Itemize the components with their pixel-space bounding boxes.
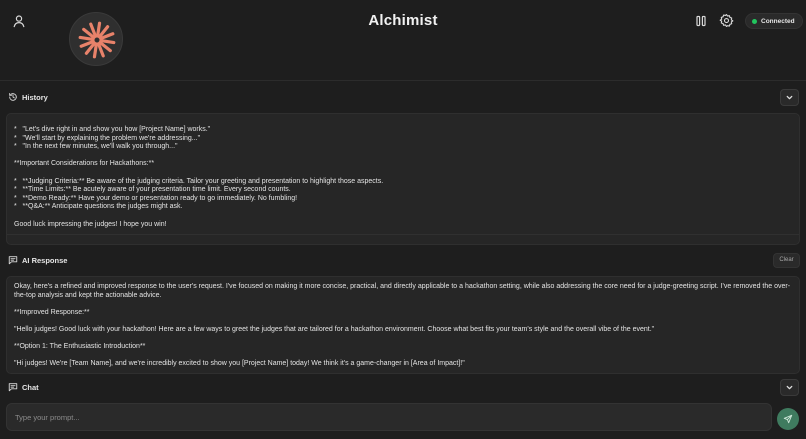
status-label: Connected bbox=[761, 17, 795, 25]
connection-status-badge: Connected bbox=[745, 13, 803, 29]
history-text: * "Let's dive right in and show you how … bbox=[14, 126, 384, 228]
chat-title: Chat bbox=[22, 382, 39, 392]
message-icon bbox=[8, 255, 18, 265]
app-header: Alchimist Connected bbox=[0, 0, 806, 81]
logo-ray bbox=[78, 35, 95, 42]
history-icon bbox=[8, 92, 18, 102]
clear-button[interactable]: Clear bbox=[773, 252, 800, 268]
ai-response-text: Okay, here's a refined and improved resp… bbox=[14, 283, 791, 368]
history-header: History bbox=[0, 86, 806, 108]
ai-response-title: AI Response bbox=[22, 255, 68, 265]
chevron-down-icon bbox=[786, 95, 793, 99]
ai-response-panel: Okay, here's a refined and improved resp… bbox=[6, 276, 800, 374]
send-icon bbox=[783, 414, 793, 424]
chevron-down-icon bbox=[786, 385, 793, 389]
prompt-input-container bbox=[6, 403, 772, 431]
app-title: Alchimist bbox=[368, 12, 438, 29]
history-collapse-button[interactable] bbox=[780, 88, 799, 106]
send-button[interactable] bbox=[777, 408, 799, 430]
chat-collapse-button[interactable] bbox=[780, 378, 799, 396]
chat-header: Chat bbox=[0, 376, 806, 398]
ai-response-header: AI Response Clear bbox=[0, 249, 806, 271]
history-title: History bbox=[22, 92, 48, 102]
logo-ray bbox=[92, 42, 99, 59]
gear-icon[interactable] bbox=[719, 13, 734, 28]
logo-ray bbox=[99, 38, 116, 45]
pause-icon[interactable] bbox=[694, 14, 708, 28]
prompt-input[interactable] bbox=[7, 404, 771, 430]
history-panel: * "Let's dive right in and show you how … bbox=[6, 113, 800, 245]
status-dot bbox=[752, 18, 757, 24]
chat-icon bbox=[8, 382, 18, 392]
history-divider bbox=[7, 234, 799, 235]
